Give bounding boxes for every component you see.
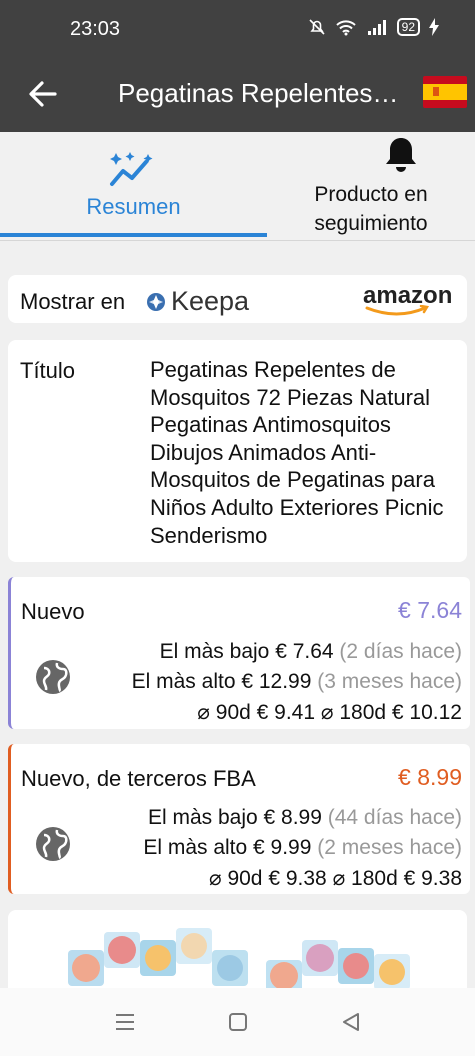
price-card-new[interactable]: Nuevo € 7.64 El màs bajo € 7.64 (2 días … [8, 577, 470, 729]
lowest-label: El màs bajo [147, 806, 258, 829]
mute-bell-icon [309, 19, 325, 35]
avg180-value: € 10.12 [391, 701, 462, 724]
avg180-value: € 9.38 [403, 867, 462, 890]
amazon-link[interactable]: amazon [363, 284, 453, 318]
status-time: 23:03 [70, 18, 121, 40]
tab-tracking[interactable]: Producto en seguimiento [267, 132, 475, 240]
keepa-logo-icon [147, 292, 165, 311]
product-title: Pegatinas Repelentes de Mosquitos 72 Pie… [150, 357, 444, 548]
arrow-left-icon[interactable] [25, 76, 61, 112]
globe-icon [36, 827, 70, 861]
avg90-value: € 9.41 [256, 701, 316, 724]
keepa-link[interactable]: Keepa [146, 286, 249, 317]
spain-flag-icon[interactable] [423, 76, 467, 108]
tab-bar: Resumen Producto en seguimiento [0, 132, 475, 241]
lowest-price-line: El màs bajo € 7.64 (2 días hace) [160, 640, 462, 664]
show-on-card: Mostrar en Keepa amazon [8, 275, 467, 323]
charging-icon [429, 18, 439, 36]
avg180-label: ⌀ 180d [320, 701, 387, 724]
price-type-name: Nuevo [21, 599, 85, 624]
avg90-label: ⌀ 90d [197, 701, 251, 724]
highest-when: (3 meses hace) [317, 670, 462, 693]
product-image[interactable] [8, 910, 467, 1000]
current-price: € 8.99 [398, 764, 462, 790]
average-price-line: ⌀ 90d € 9.41 ⌀ 180d € 10.12 [197, 700, 462, 725]
current-price: € 7.64 [398, 597, 462, 623]
avg90-value: € 9.38 [268, 867, 327, 890]
signal-icon [367, 20, 386, 35]
app-bar: Pegatinas Repelentes… [0, 58, 475, 132]
avg180-label: ⌀ 180d [332, 867, 398, 890]
tab-summary-label: Resumen [86, 194, 181, 219]
price-type-name: Nuevo, de terceros FBA [21, 766, 256, 791]
lowest-value: € 8.99 [263, 806, 322, 829]
lowest-when: (44 días hace) [327, 806, 462, 829]
highest-label: El màs alto [131, 670, 236, 693]
tab-summary[interactable]: Resumen [0, 132, 267, 240]
tab-active-indicator [0, 233, 267, 237]
lowest-price-line: El màs bajo € 8.99 (44 días hace) [148, 806, 462, 830]
show-on-label: Mostrar en [20, 289, 126, 314]
back-triangle-icon[interactable] [341, 1012, 361, 1032]
lowest-value: € 7.64 [275, 640, 334, 663]
amazon-smile-icon [365, 305, 430, 316]
home-icon[interactable] [228, 1012, 248, 1032]
product-images-card[interactable] [8, 910, 467, 1000]
chart-sparkle-icon [110, 152, 153, 186]
highest-when: (2 meses hace) [317, 836, 462, 859]
highest-value: € 9.99 [253, 836, 312, 859]
tab-tracking-label-line2: seguimiento [314, 212, 428, 235]
battery-icon: 92 [396, 18, 420, 36]
wifi-icon [335, 20, 356, 36]
avg90-label: ⌀ 90d [208, 867, 263, 890]
lowest-when: (2 días hace) [339, 640, 462, 663]
tab-tracking-label: Producto en seguimiento [267, 180, 475, 238]
highest-label: El màs alto [143, 836, 248, 859]
page-title: Pegatinas Repelentes… [118, 78, 399, 108]
highest-price-line: El màs alto € 9.99 (2 meses hace) [143, 836, 462, 860]
keepa-text: Keepa [171, 286, 250, 316]
price-card-fba[interactable]: Nuevo, de terceros FBA € 8.99 El màs baj… [8, 744, 470, 894]
system-nav-bar [0, 988, 475, 1056]
tab-tracking-label-line1: Producto en [314, 183, 428, 206]
average-price-line: ⌀ 90d € 9.38 ⌀ 180d € 9.38 [209, 866, 462, 891]
menu-icon[interactable] [114, 1012, 136, 1032]
highest-price-line: El màs alto € 12.99 (3 meses hace) [132, 670, 462, 694]
title-label: Título [20, 358, 76, 383]
status-icons: 92 [308, 18, 439, 36]
globe-icon [36, 660, 70, 694]
lowest-label: El màs bajo [159, 640, 270, 663]
bell-icon [386, 138, 416, 172]
highest-value: € 12.99 [241, 670, 312, 693]
status-bar: 23:03 92 [0, 0, 475, 58]
title-card: Título Pegatinas Repelentes de Mosquitos… [8, 340, 467, 562]
